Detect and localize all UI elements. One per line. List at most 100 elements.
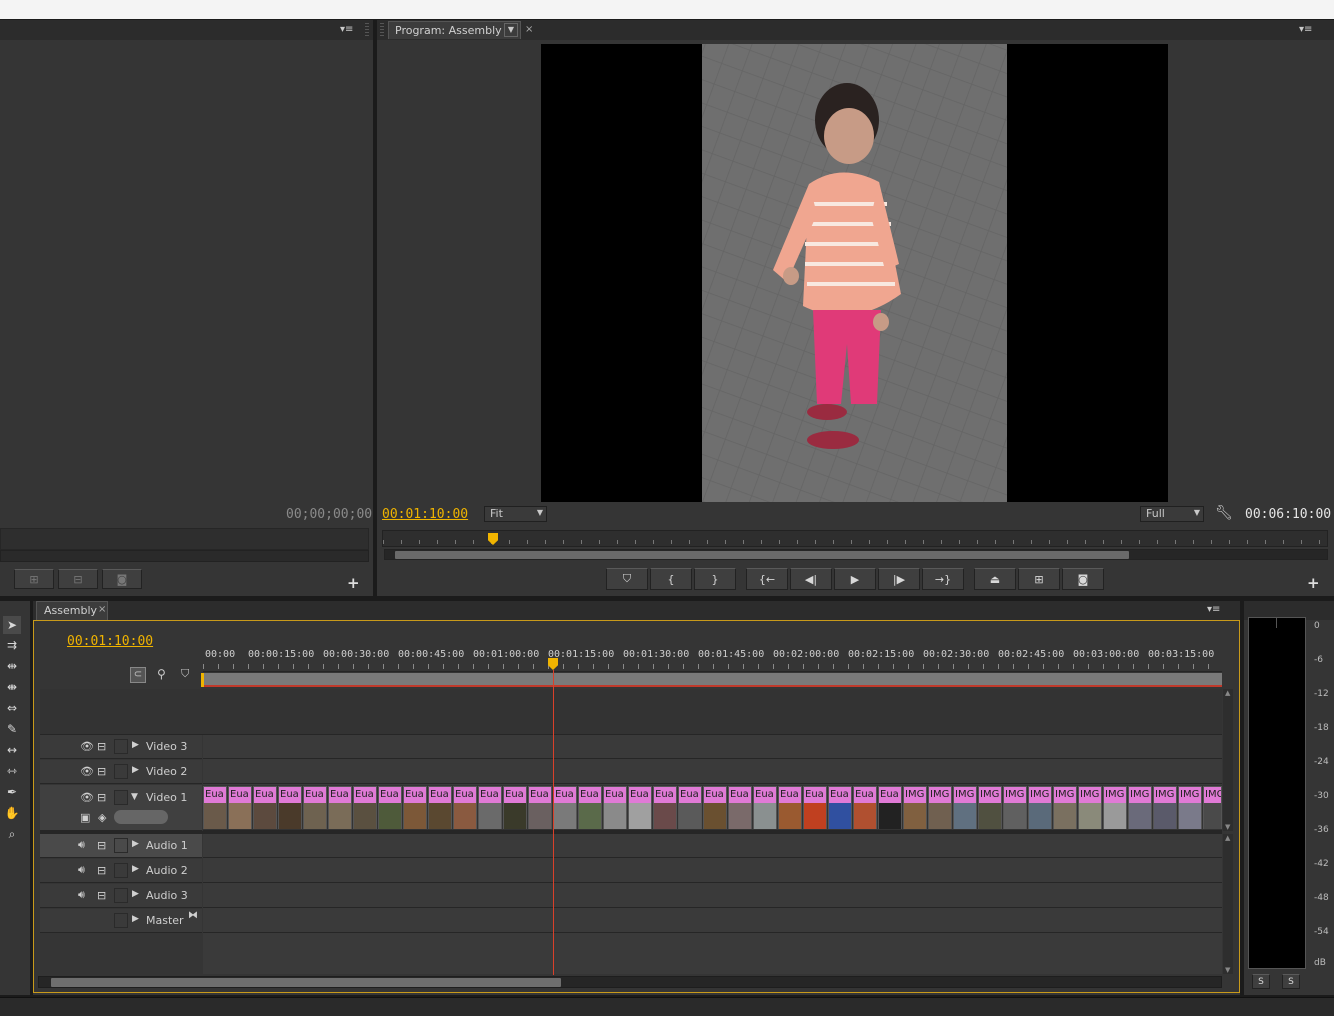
video-clip[interactable]: Eua	[203, 786, 227, 829]
zoom-level-select[interactable]: Fit ▼	[484, 506, 547, 522]
work-area-start-handle[interactable]	[201, 673, 204, 687]
lift-button[interactable]: ⏏	[974, 568, 1016, 590]
timeline-zoom-scrollbar[interactable]	[38, 976, 1222, 988]
video-clip[interactable]: Eua	[753, 786, 777, 829]
slip-tool-icon[interactable]: ↔	[3, 741, 21, 759]
track-row-audio3[interactable]	[203, 884, 1222, 908]
go-to-out-button[interactable]: →}	[922, 568, 964, 590]
video-clip[interactable]: Eua	[728, 786, 752, 829]
video-clip[interactable]: Eua	[853, 786, 877, 829]
speaker-icon[interactable]: 🔊︎	[78, 863, 85, 877]
video-clip[interactable]: Eua	[353, 786, 377, 829]
video-clip[interactable]: Eua	[278, 786, 302, 829]
video-clip[interactable]: Eua	[628, 786, 652, 829]
speaker-icon[interactable]: 🔊︎	[78, 888, 85, 902]
source-time-ruler[interactable]	[0, 528, 369, 550]
video-clip[interactable]: Eua	[503, 786, 527, 829]
razor-tool-icon[interactable]: ✎	[3, 720, 21, 738]
display-style-icon[interactable]: ▣	[80, 811, 90, 824]
sync-lock-icon[interactable]: ⊟	[97, 765, 106, 778]
eye-icon[interactable]: 👁︎	[80, 740, 94, 753]
program-tab[interactable]: Program: Assembly ▼	[388, 21, 521, 39]
expand-triangle-icon[interactable]: ▶	[132, 864, 139, 874]
video-clip[interactable]: IMG	[928, 786, 952, 829]
program-time-ruler[interactable]	[382, 530, 1328, 547]
pen-tool-icon[interactable]: ✒	[3, 783, 21, 801]
source-insert-button[interactable]: ⊞	[14, 569, 54, 589]
step-forward-button[interactable]: |▶	[878, 568, 920, 590]
ripple-edit-tool-icon[interactable]: ⇹	[3, 657, 21, 675]
sync-lock-icon[interactable]: ⊟	[97, 740, 106, 753]
linked-selection-icon[interactable]: ⚲	[157, 667, 166, 681]
video-clip[interactable]: IMG	[1203, 786, 1222, 829]
export-frame-button[interactable]: ◙	[1062, 568, 1104, 590]
rolling-edit-tool-icon[interactable]: ⇼	[3, 678, 21, 696]
video-clip[interactable]: Eua	[303, 786, 327, 829]
expand-triangle-icon[interactable]: ▶	[132, 914, 139, 924]
video-clip[interactable]: IMG	[1003, 786, 1027, 829]
panel-grip[interactable]	[365, 23, 369, 37]
track-header-audio2[interactable]: 🔊︎ ⊟ ▶ Audio 2	[40, 859, 202, 883]
zoom-tool-icon[interactable]: ⌕	[3, 825, 21, 843]
panel-menu-icon[interactable]: ▾≡	[340, 24, 353, 35]
track-row-audio2[interactable]	[203, 859, 1222, 883]
video-clip[interactable]: Eua	[803, 786, 827, 829]
settings-wrench-icon[interactable]: 🔧︎	[1215, 505, 1233, 521]
video-clip[interactable]: IMG	[1153, 786, 1177, 829]
rate-stretch-tool-icon[interactable]: ⇔	[3, 699, 21, 717]
solo-left-button[interactable]: S	[1252, 974, 1270, 989]
video-clip[interactable]: IMG	[1028, 786, 1052, 829]
video-clip[interactable]: IMG	[1103, 786, 1127, 829]
audio-tracks-scrollbar[interactable]: ▲ ▼	[1223, 834, 1233, 974]
video-clip[interactable]: Eua	[528, 786, 552, 829]
lock-box-icon[interactable]	[114, 863, 128, 878]
video-clip[interactable]: Eua	[253, 786, 277, 829]
track-header-audio1[interactable]: 🔊︎ ⊟ ▶ Audio 1	[40, 834, 202, 858]
collapse-triangle-icon[interactable]: ▼	[131, 792, 138, 802]
tab-dropdown-icon[interactable]: ▼	[504, 23, 518, 37]
eye-icon[interactable]: 👁︎	[80, 765, 94, 778]
video-clip[interactable]: IMG	[1178, 786, 1202, 829]
add-marker-icon[interactable]: ⛉	[181, 667, 189, 681]
work-area-bar[interactable]	[203, 673, 1222, 687]
sync-lock-icon[interactable]: ⊟	[97, 889, 106, 902]
video-clip[interactable]: Eua	[678, 786, 702, 829]
video-clip[interactable]: Eua	[703, 786, 727, 829]
track-select-tool-icon[interactable]: ⇉	[3, 636, 21, 654]
keyframe-icon[interactable]: ◈	[98, 811, 106, 824]
panel-menu-icon[interactable]: ▾≡	[1207, 604, 1220, 615]
expand-triangle-icon[interactable]: ▶	[132, 765, 139, 775]
add-button-icon[interactable]: +	[1307, 574, 1320, 592]
video-clip[interactable]: Eua	[478, 786, 502, 829]
video-tracks-scrollbar[interactable]: ▲ ▼	[1223, 689, 1233, 831]
video-clip[interactable]: IMG	[1128, 786, 1152, 829]
video-clip[interactable]: IMG	[978, 786, 1002, 829]
play-button[interactable]: ▶	[834, 568, 876, 590]
panel-grip[interactable]	[380, 23, 384, 37]
video-clip[interactable]: IMG	[953, 786, 977, 829]
playhead-line[interactable]	[553, 670, 554, 975]
playback-resolution-select[interactable]: Full ▼	[1140, 506, 1204, 522]
lock-box-icon[interactable]	[114, 790, 128, 805]
video-clip[interactable]: Eua	[228, 786, 252, 829]
program-current-timecode[interactable]: 00:01:10:00	[382, 507, 468, 522]
timeline-timecode[interactable]: 00:01:10:00	[67, 634, 153, 649]
program-zoom-scroll-bar[interactable]	[384, 549, 1328, 560]
lock-box-icon[interactable]	[114, 888, 128, 903]
video-clip[interactable]: IMG	[1053, 786, 1077, 829]
panel-menu-icon[interactable]: ▾≡	[1299, 24, 1312, 35]
source-overwrite-button[interactable]: ⊟	[58, 569, 98, 589]
speaker-icon[interactable]: 🔊︎	[78, 838, 85, 852]
expand-triangle-icon[interactable]: ▶	[132, 740, 139, 750]
source-timecode[interactable]: 00;00;00;00	[286, 507, 372, 522]
solo-right-button[interactable]: S	[1282, 974, 1300, 989]
add-marker-button[interactable]: ⛉	[606, 568, 648, 590]
video-clip[interactable]: Eua	[328, 786, 352, 829]
track-header-video3[interactable]: 👁︎ ⊟ ▶ Video 3	[40, 735, 202, 759]
opacity-slider[interactable]	[114, 810, 168, 824]
track-row-audio1[interactable]	[203, 834, 1222, 858]
track-header-video1[interactable]: 👁︎ ⊟ ▼ Video 1 ▣ ◈	[40, 785, 202, 831]
snap-icon[interactable]: ⊂	[130, 667, 146, 683]
step-back-button[interactable]: ◀|	[790, 568, 832, 590]
sync-lock-icon[interactable]: ⊟	[97, 839, 106, 852]
